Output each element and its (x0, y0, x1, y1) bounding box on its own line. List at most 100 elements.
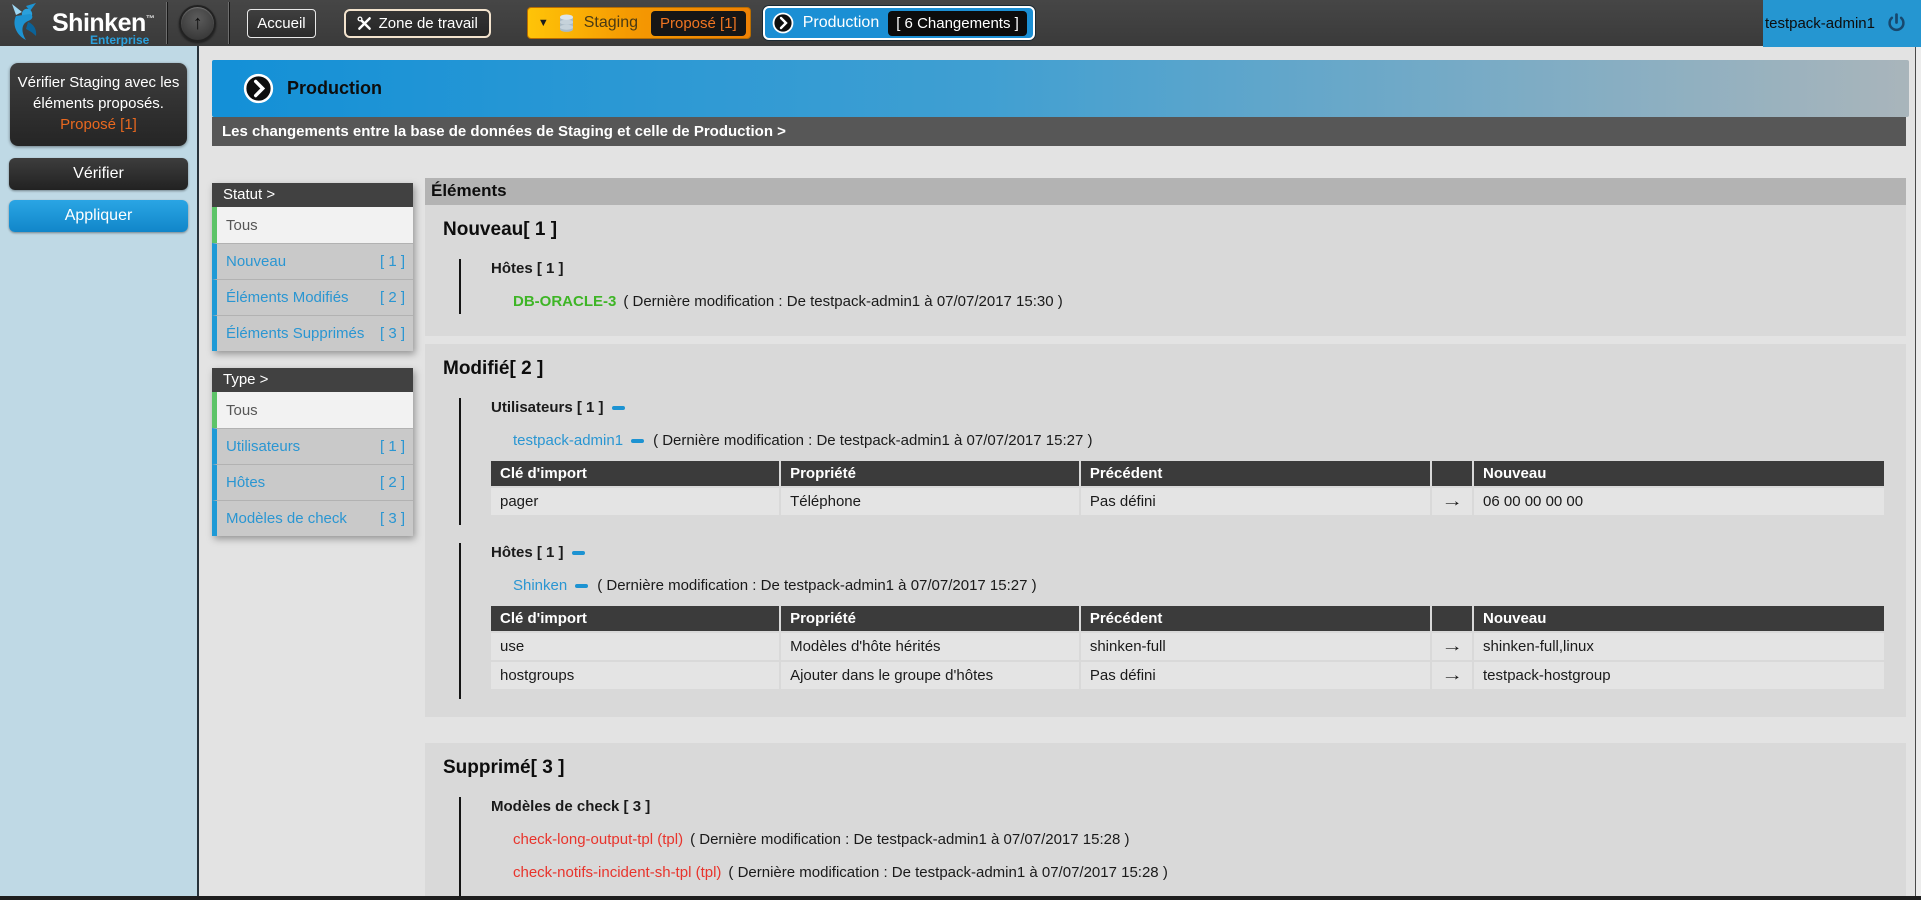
filter-type-utilisateurs[interactable]: Utilisateurs [ 1 ] (212, 428, 413, 464)
cell-new: testpack-hostgroup (1474, 662, 1884, 689)
filter-statut-tous[interactable]: Tous (212, 207, 413, 243)
production-label: Production (803, 14, 880, 32)
deleted-check-link[interactable]: check-long-output-tpl (tpl) (513, 831, 683, 848)
table-header-row: Clé d'import Propriété Précédent Nouveau (491, 461, 1884, 486)
verify-info-line1: Vérifier Staging avec les (16, 72, 181, 93)
apply-button[interactable]: Appliquer (9, 200, 188, 232)
arrow-right-icon: → (1432, 488, 1472, 515)
filter-type-header[interactable]: Type > (212, 368, 413, 392)
filter-label: Tous (226, 402, 258, 419)
filter-label: Tous (226, 217, 258, 234)
logo-tm: ™ (146, 13, 155, 23)
filter-label: Modèles de check (226, 510, 347, 527)
item-meta: ( Dernière modification : De testpack-ad… (653, 432, 1092, 449)
new-host-link[interactable]: DB-ORACLE-3 (513, 293, 616, 310)
group-title: Hôtes [ 1 ] (491, 260, 1888, 277)
cell-new: 06 00 00 00 00 (1474, 488, 1884, 515)
staging-selector[interactable]: ▼ Staging Proposé [1] (527, 7, 751, 39)
filter-type-tous[interactable]: Tous (212, 392, 413, 428)
filter-count: [ 2 ] (380, 474, 405, 491)
main-area: Production Les changements entre la base… (201, 46, 1921, 896)
filter-statut-supprimes[interactable]: Éléments Supprimés [ 3 ] (212, 315, 413, 351)
filter-type-hotes[interactable]: Hôtes [ 2 ] (212, 464, 413, 500)
item-meta: ( Dernière modification : De testpack-ad… (690, 831, 1129, 848)
collapse-minus-icon[interactable] (575, 584, 588, 588)
collapse-minus-icon[interactable] (612, 406, 625, 410)
shinken-logo-icon (6, 2, 48, 44)
elements-section: Éléments Nouveau[ 1 ] Hôtes [ 1 ] DB-ORA… (425, 178, 1906, 900)
username: testpack-admin1 (1765, 15, 1875, 32)
filter-label: Éléments Modifiés (226, 289, 349, 306)
filter-statut-header[interactable]: Statut > (212, 183, 413, 207)
diff-table-hotes: Clé d'import Propriété Précédent Nouveau… (489, 604, 1886, 691)
card-modifie: Modifié[ 2 ] Utilisateurs [ 1 ] testpack… (425, 344, 1906, 717)
table-header-row: Clé d'import Propriété Précédent Nouveau (491, 606, 1884, 631)
filter-count: [ 1 ] (380, 438, 405, 455)
filter-type-modeles-check[interactable]: Modèles de check [ 3 ] (212, 500, 413, 536)
page-title: Production (287, 78, 382, 99)
collapse-minus-icon[interactable] (572, 551, 585, 555)
filter-panel-statut: Statut > Tous Nouveau [ 1 ] Éléments Mod… (212, 183, 413, 351)
verify-button[interactable]: Vérifier (9, 158, 188, 190)
shinken-logo-text: Shinken™ Enterprise (52, 9, 154, 38)
filter-statut-nouveau[interactable]: Nouveau [ 1 ] (212, 243, 413, 279)
cell-previous: shinken-full (1081, 633, 1430, 660)
table-row: use Modèles d'hôte hérités shinken-full … (491, 633, 1884, 660)
col-header-new: Nouveau (1474, 606, 1884, 631)
supprime-title: Supprimé[ 3 ] (443, 757, 1888, 779)
filter-label: Éléments Supprimés (226, 325, 364, 342)
production-button[interactable]: Production [ 6 Changements ] (763, 6, 1035, 40)
page-bottom-edge (0, 896, 1921, 900)
item-meta: ( Dernière modification : De testpack-ad… (597, 577, 1036, 594)
modified-user-link[interactable]: testpack-admin1 (513, 432, 623, 449)
collapse-minus-icon[interactable] (631, 439, 644, 443)
arrow-right-icon: → (1432, 662, 1472, 689)
group-modeles-check: Modèles de check [ 3 ] check-long-output… (459, 797, 1888, 900)
home-button[interactable]: Accueil (247, 9, 315, 38)
group-title: Modèles de check [ 3 ] (491, 798, 1888, 815)
filter-count: [ 1 ] (380, 253, 405, 270)
filter-panel-type: Type > Tous Utilisateurs [ 1 ] Hôtes [ 2… (212, 368, 413, 536)
col-header-new: Nouveau (1474, 461, 1884, 486)
group-title: Hôtes [ 1 ] (491, 544, 1888, 561)
up-arrow-icon: ↑ (193, 12, 203, 34)
cell-property: Ajouter dans le groupe d'hôtes (781, 662, 1079, 689)
list-item: testpack-admin1 ( Dernière modification … (513, 432, 1888, 449)
staging-badge: Proposé [1] (651, 11, 746, 36)
sidebar: Vérifier Staging avec les éléments propo… (0, 46, 199, 896)
list-item: check-notifs-incident-sh-tpl (tpl) ( Der… (513, 864, 1888, 881)
topbar-divider (166, 2, 167, 44)
changes-subtitle-bar: Les changements entre la base de données… (212, 117, 1906, 146)
filter-statut-modifies[interactable]: Éléments Modifiés [ 2 ] (212, 279, 413, 315)
col-header-arrow (1432, 606, 1472, 631)
workspace-label: Zone de travail (379, 15, 478, 32)
cell-new: shinken-full,linux (1474, 633, 1884, 660)
proposed-badge: Proposé [1] (16, 114, 181, 135)
filter-count: [ 3 ] (380, 510, 405, 527)
shinken-logo[interactable]: Shinken™ Enterprise (0, 0, 162, 46)
modified-host-link[interactable]: Shinken (513, 577, 567, 594)
caret-down-icon: ▼ (538, 17, 549, 29)
group-utilisateurs: Utilisateurs [ 1 ] testpack-admin1 ( Der… (459, 398, 1888, 525)
power-icon[interactable] (1885, 12, 1908, 35)
logo-subtitle: Enterprise (90, 33, 149, 47)
group-title: Utilisateurs [ 1 ] (491, 399, 1888, 416)
verify-info-line2: éléments proposés. (16, 93, 181, 114)
col-header-previous: Précédent (1081, 461, 1430, 486)
verify-staging-info-box: Vérifier Staging avec les éléments propo… (10, 63, 187, 146)
workspace-button[interactable]: Zone de travail (344, 9, 491, 38)
nouveau-title: Nouveau[ 1 ] (443, 219, 1888, 241)
scroll-top-button[interactable]: ↑ (179, 5, 216, 42)
col-header-key: Clé d'import (491, 606, 779, 631)
col-header-property: Propriété (781, 461, 1079, 486)
cell-key: hostgroups (491, 662, 779, 689)
item-meta: ( Dernière modification : De testpack-ad… (728, 864, 1167, 881)
database-icon (558, 14, 575, 33)
staging-label: Staging (584, 14, 638, 32)
topbar-divider (228, 2, 229, 44)
group-hotes-modifie: Hôtes [ 1 ] Shinken ( Dernière modificat… (459, 543, 1888, 699)
user-menu[interactable]: testpack-admin1 (1763, 0, 1921, 47)
tools-icon (357, 16, 372, 31)
deleted-check-link[interactable]: check-notifs-incident-sh-tpl (tpl) (513, 864, 721, 881)
filter-label: Utilisateurs (226, 438, 300, 455)
